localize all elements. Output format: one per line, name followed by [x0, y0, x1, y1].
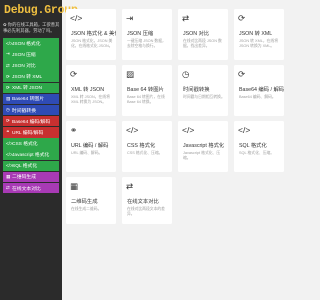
tool-card-title: URL 编码 / 解码 — [71, 143, 109, 149]
link-icon: ⚭ — [70, 125, 78, 135]
tool-card[interactable]: </> CSS 格式化 CSS 格式化、压缩。 — [122, 121, 172, 172]
sidebar-item-label: CSS 格式化 — [12, 142, 38, 148]
tool-card-description: JSON 转 XML，在线将 JSON 转换为 XML。 — [239, 39, 279, 49]
tool-card[interactable]: </> Javascript 格式化 Javascript 格式化、压缩。 — [178, 121, 228, 172]
sidebar-nav: </> JSON 格式化 ⇥ JSON 压缩 ⇄ JSON 对比 ⟳ JSON 转 XML ⟳ X… — [3, 38, 59, 194]
tool-card-description: SQL 格式化、压缩。 — [239, 151, 275, 155]
tool-card[interactable]: ⟳ Base64 编码 / 解码 Base64 编码、解码。 — [234, 65, 284, 116]
sidebar-item-label: SQL 格式化 — [12, 164, 38, 170]
tool-card[interactable]: </> JSON 格式化 & 美化 JSON 格式化，JSON 美化，在线格式化 J… — [66, 9, 116, 60]
shrink-icon: ⇥ — [126, 13, 134, 23]
tool-card-description: 在线对比两段 JSON 数据，找出差异。 — [183, 39, 222, 49]
qrcode-icon: ▦ — [70, 181, 79, 191]
sidebar-item-label: JSON 格式化 — [12, 41, 41, 47]
tool-card[interactable]: ▨ Base 64 转图片 Base 64 转图片，在线 Base 64 转换。 — [122, 65, 172, 116]
tool-card-title: JSON 格式化 & 美化 — [71, 31, 116, 37]
tool-card-description: URL 编码、解码。 — [71, 151, 103, 155]
site-tagline: ✿ 你的在线工具箱，工欲善其事必先利其器，劳动了吗。 — [3, 22, 60, 33]
tool-card-description: 在线对比两段文本的差异。 — [127, 207, 165, 217]
clock-icon: ◷ — [182, 69, 190, 79]
compare-icon: ⇄ — [126, 181, 134, 191]
sidebar-item-label: Base64 转图片 — [12, 97, 44, 103]
tool-card-title: 时间戳转换 — [183, 87, 210, 93]
sidebar-item[interactable]: ▨ Base64 转图片 — [3, 93, 59, 105]
sidebar-item[interactable]: ⟳ JSON 转 XML — [3, 71, 59, 82]
code-icon: </> — [182, 125, 195, 135]
tool-card[interactable]: ⇥ JSON 压缩一键压缩 JSON 数据，去除空格与换行。 — [122, 9, 172, 60]
tool-card[interactable]: ◷ 时间戳转换时间戳与日期相互转换。 — [178, 65, 228, 116]
sidebar-item[interactable]: </> CSS 格式化 — [3, 138, 59, 149]
sidebar-item-label: Javascript 格式化 — [12, 153, 50, 159]
sidebar-item-label: 二维码生成 — [12, 175, 36, 181]
tool-card-title: 二维码生成 — [71, 199, 98, 205]
tool-card-title: 在线文本对比 — [127, 199, 159, 205]
tool-card[interactable]: </> SQL 格式化 SQL 格式化、压缩。 — [234, 121, 284, 172]
tool-card-description: CSS 格式化、压缩。 — [127, 151, 163, 155]
tool-card-title: Base64 编码 / 解码 — [239, 87, 284, 93]
tool-card-description: XML 转 JSON，在线将 XML 转换为 JSON。 — [71, 95, 110, 105]
compare-icon: ⇄ — [182, 13, 190, 23]
tool-card-description: 一键压缩 JSON 数据，去除空格与换行。 — [127, 39, 166, 49]
code-icon: </> — [126, 125, 139, 135]
sidebar-item[interactable]: ⇄ JSON 对比 — [3, 60, 59, 71]
sidebar-item[interactable]: </> SQL 格式化 — [3, 160, 59, 172]
sidebar-item-label: JSON 压缩 — [12, 52, 36, 58]
tool-card-title: SQL 格式化 — [239, 143, 267, 149]
tool-card[interactable]: ⟳ XML 转 JSON XML 转 JSON，在线将 XML 转换为 JSON。 — [66, 65, 116, 116]
tool-card-title: JSON 压缩 — [127, 31, 154, 37]
tool-card-description: 在线生成二维码。 — [71, 207, 102, 211]
tool-card-title: Javascript 格式化 — [183, 143, 225, 149]
tool-card-title: Base 64 转图片 — [127, 87, 164, 93]
tool-card-title: XML 转 JSON — [71, 87, 105, 93]
sidebar-item[interactable]: ⚭ URL 编码/解码 — [3, 127, 59, 138]
tool-card-description: 时间戳与日期相互转换。 — [183, 95, 225, 99]
sync-icon: ⟳ — [238, 13, 246, 23]
sidebar-item[interactable]: ◷ 时间戳转换 — [3, 104, 59, 116]
sidebar-item-label: XML 转 JSON — [12, 86, 42, 92]
tool-card[interactable]: ⇄ JSON 对比在线对比两段 JSON 数据，找出差异。 — [178, 9, 228, 60]
tool-card[interactable]: ▦ 二维码生成在线生成二维码。 — [66, 177, 116, 224]
tool-card[interactable]: ⚭ URL 编码 / 解码 URL 编码、解码。 — [66, 121, 116, 172]
sync-icon: ⟳ — [238, 69, 246, 79]
sidebar-item[interactable]: </> Javascript 格式化 — [3, 149, 59, 160]
tool-card-title: CSS 格式化 — [127, 143, 156, 149]
sidebar-item[interactable]: ⇥ JSON 压缩 — [3, 49, 59, 60]
sync-icon: ⟳ — [70, 69, 78, 79]
tool-card[interactable]: ⇄ 在线文本对比在线对比两段文本的差异。 — [122, 177, 172, 224]
tool-card[interactable]: ⟳ JSON 转 XML JSON 转 XML，在线将 JSON 转换为 XML。 — [234, 9, 284, 60]
sidebar-item-label: Base64 编码/解码 — [12, 119, 51, 125]
tool-card-title: JSON 对比 — [183, 31, 210, 37]
sidebar-item[interactable]: ⟳ XML 转 JSON — [3, 82, 59, 94]
code-icon: </> — [70, 13, 83, 23]
sidebar-item-label: JSON 对比 — [12, 64, 36, 70]
image-icon: ▨ — [126, 69, 135, 79]
sidebar-item-label: URL 编码/解码 — [12, 130, 44, 136]
sidebar-item[interactable]: </> JSON 格式化 — [3, 38, 59, 49]
code-icon: </> — [238, 125, 251, 135]
tool-card-description: JSON 格式化，JSON 美化，在线格式化 JSON。 — [71, 39, 113, 49]
sidebar-item-label: 在线文本对比 — [12, 186, 41, 192]
tool-card-title: JSON 转 XML — [239, 31, 273, 37]
sidebar-item[interactable]: ▦ 二维码生成 — [3, 171, 59, 183]
sidebar-item[interactable]: ⇄ 在线文本对比 — [3, 182, 59, 194]
tool-card-description: Base64 编码、解码。 — [239, 95, 276, 99]
sidebar: Debug.Group ✿ 你的在线工具箱，工欲善其事必先利其器，劳动了吗。 <… — [0, 0, 78, 300]
tool-card-description: Javascript 格式化、压缩。 — [183, 151, 221, 161]
sidebar-item[interactable]: ⟳ Base64 编码/解码 — [3, 115, 59, 127]
sidebar-item-label: JSON 转 XML — [12, 75, 43, 81]
tool-card-description: Base 64 转图片，在线 Base 64 转换。 — [127, 95, 165, 105]
sidebar-item-label: 时间戳转换 — [12, 108, 36, 114]
